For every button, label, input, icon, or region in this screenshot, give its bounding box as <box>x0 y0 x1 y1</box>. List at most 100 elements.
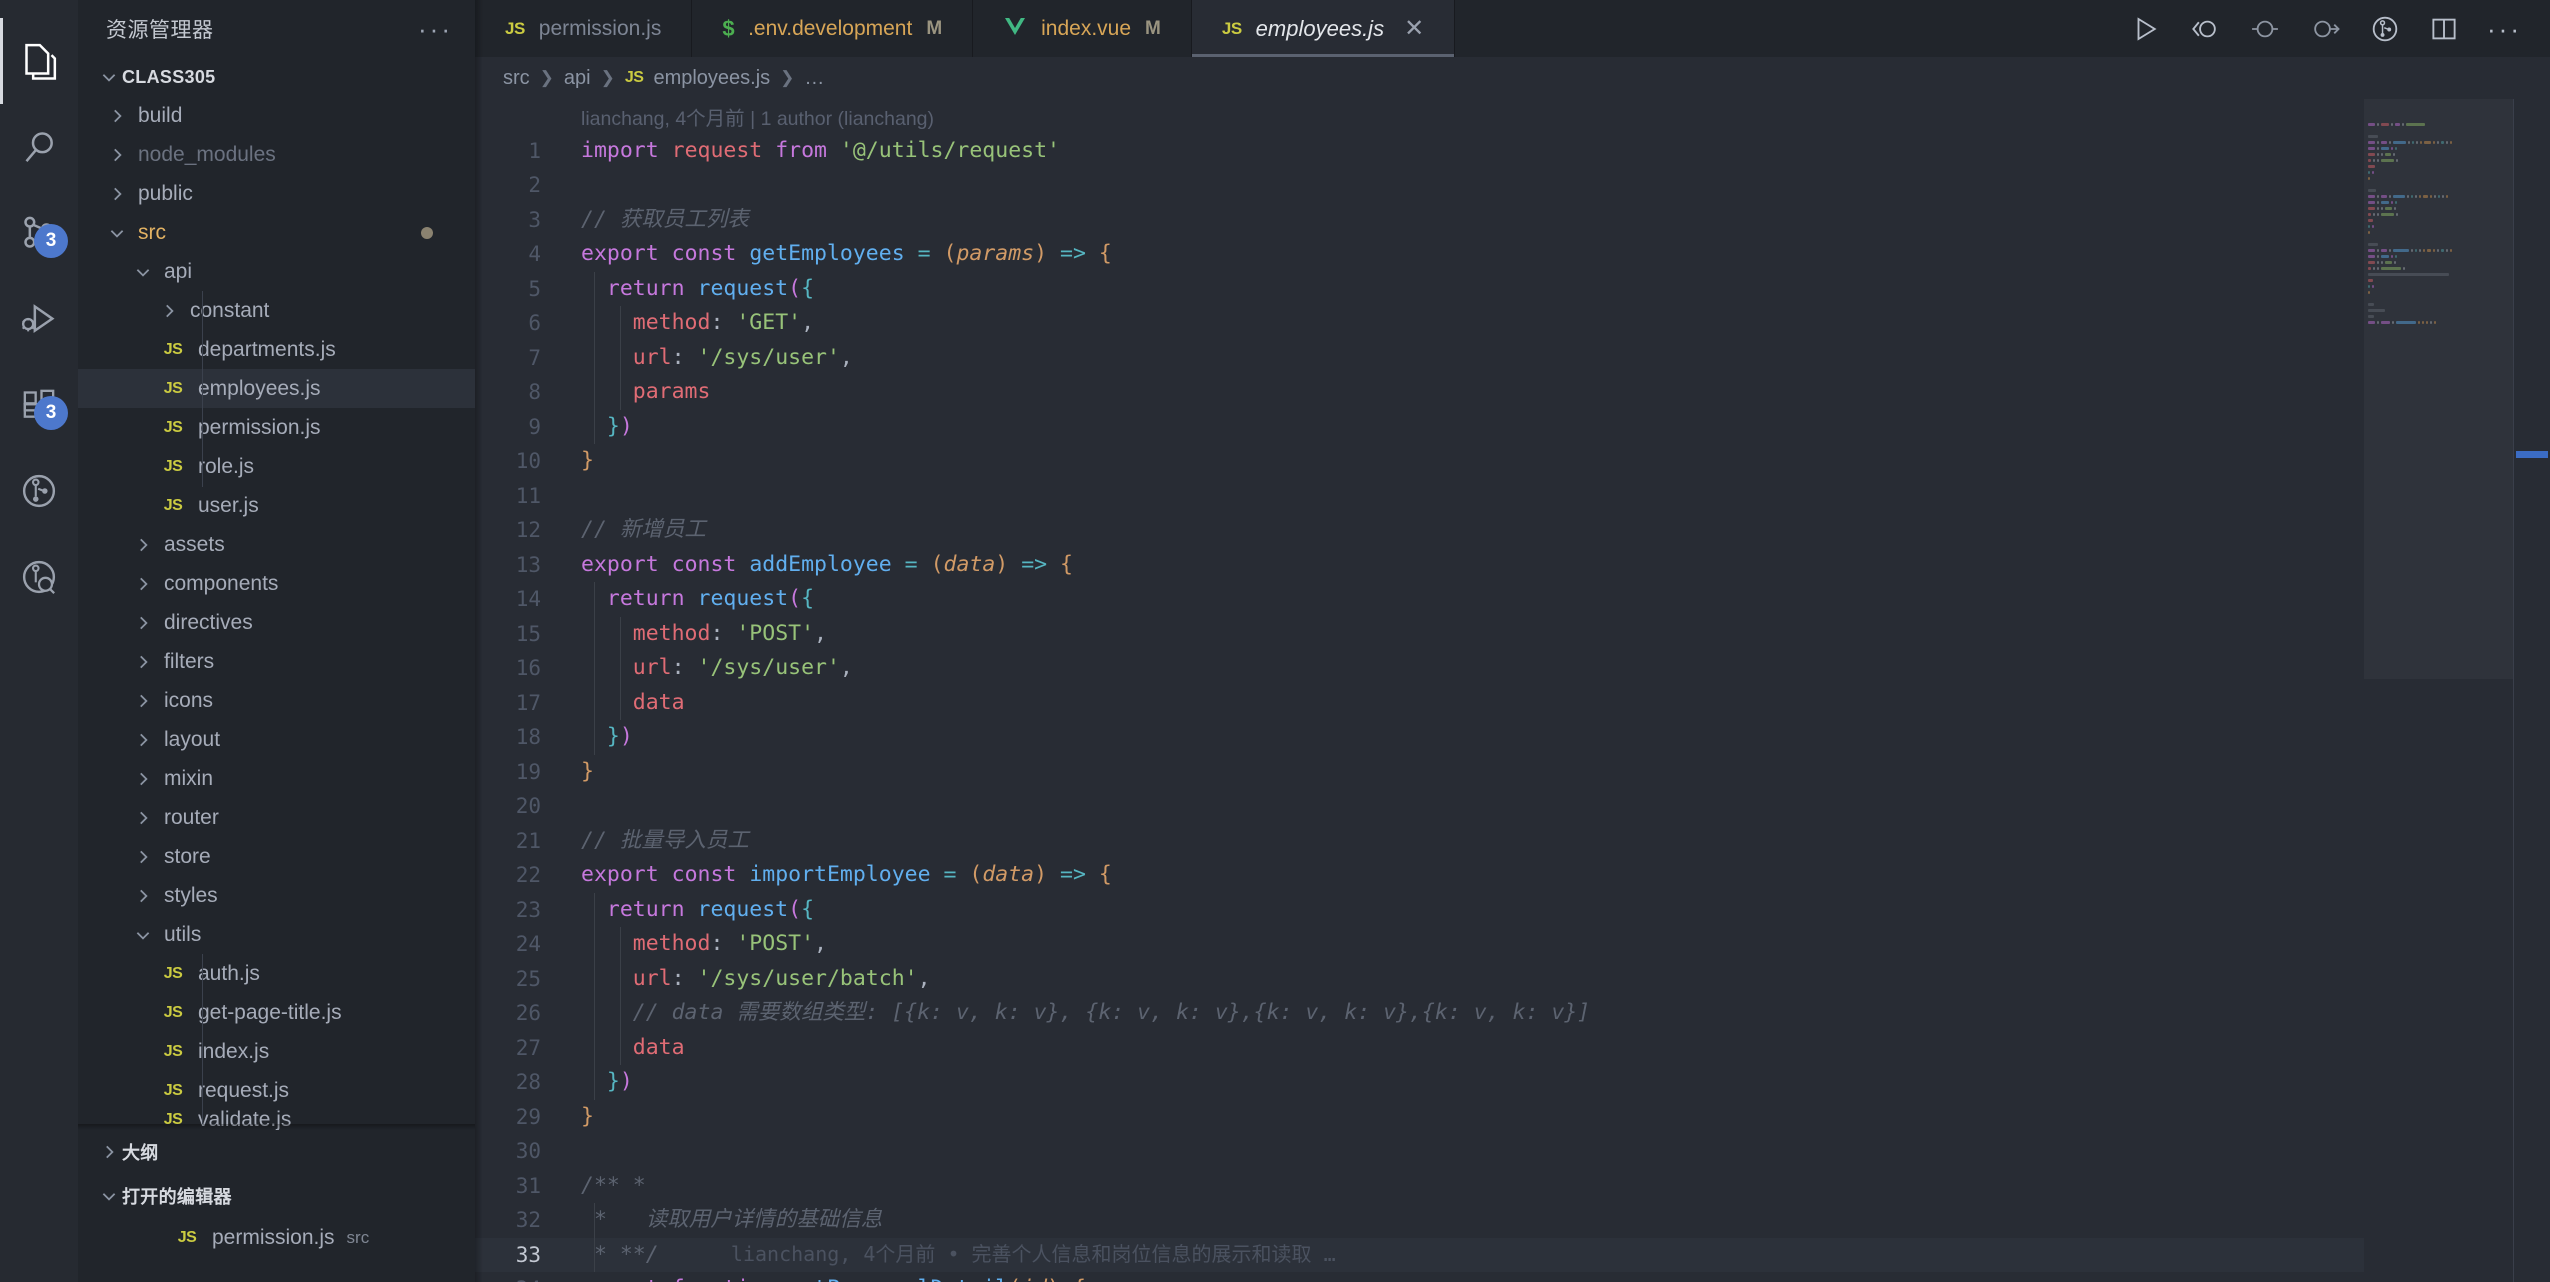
code-line-29[interactable]: 29} <box>475 1100 2550 1135</box>
open-editor-item[interactable]: JS permission.js src <box>78 1218 475 1257</box>
code-line-34[interactable]: 34export function getPersonalDetail(id) … <box>475 1272 2550 1282</box>
overview-ruler[interactable] <box>2513 99 2550 1282</box>
code-line-1[interactable]: 1 import request from '@/utils/request' <box>475 134 2550 169</box>
code-line-32[interactable]: 32 * 读取用户详情的基础信息 <box>475 1203 2550 1238</box>
tree-folder-api[interactable]: api <box>78 252 475 291</box>
code-line-15[interactable]: 15 method: 'POST', <box>475 617 2550 652</box>
open-editors-section-header[interactable]: 打开的编辑器 <box>78 1174 475 1218</box>
tree-folder-router[interactable]: router <box>78 798 475 837</box>
tree-folder-filters[interactable]: filters <box>78 642 475 681</box>
tree-file-auth-js[interactable]: JS auth.js <box>78 954 475 993</box>
minimap[interactable] <box>2364 99 2514 1282</box>
tab-index-vue[interactable]: index.vue M <box>973 0 1192 58</box>
tree-file-departments-js[interactable]: JS departments.js <box>78 330 475 369</box>
code-lines[interactable]: 1 import request from '@/utils/request' 2 3… <box>475 134 2550 1282</box>
code-line-23[interactable]: 23 return request({ <box>475 893 2550 928</box>
go-back-circle-icon[interactable] <box>2189 14 2221 44</box>
tree-folder-node-modules[interactable]: node_modules <box>78 135 475 174</box>
code-line-13[interactable]: 13 export const addEmployee = (data) => { <box>475 548 2550 583</box>
tab-permission-js[interactable]: JS permission.js <box>475 0 693 58</box>
code-line-4[interactable]: 4 export const getEmployees = (params) =>… <box>475 237 2550 272</box>
more-actions-icon[interactable]: ··· <box>2487 16 2522 42</box>
tree-folder-assets[interactable]: assets <box>78 525 475 564</box>
tree-file-permission-js[interactable]: JS permission.js <box>78 408 475 447</box>
code-line-8[interactable]: 8 params <box>475 375 2550 410</box>
activity-run-debug[interactable] <box>0 276 78 362</box>
code-line-9[interactable]: 9 }) <box>475 410 2550 445</box>
sidebar-more-icon[interactable]: ··· <box>418 16 453 42</box>
code-line-21[interactable]: 21 // 批量导入员工 <box>475 824 2550 859</box>
close-icon[interactable]: ✕ <box>1404 16 1424 41</box>
code-line-2[interactable]: 2 <box>475 168 2550 203</box>
tree-folder-components[interactable]: components <box>78 564 475 603</box>
line-content: export function getPersonalDetail(id) { <box>567 1272 1086 1282</box>
tree-folder-public[interactable]: public <box>78 174 475 213</box>
code-line-33[interactable]: 33 * **/ lianchang, 4个月前 • 完善个人信息和岗位信息的展… <box>475 1237 2550 1272</box>
tree-file-user-js[interactable]: JS user.js <box>78 486 475 525</box>
tree-folder-constant[interactable]: constant <box>78 291 475 330</box>
tree-file-index-js[interactable]: JS index.js <box>78 1032 475 1071</box>
file-tree[interactable]: build node_modules public src api constant JS d… <box>78 96 475 1130</box>
activity-gitlens[interactable] <box>0 448 78 534</box>
activity-extensions[interactable]: 3 <box>0 362 78 448</box>
split-editor-icon[interactable] <box>2429 14 2459 44</box>
code-line-16[interactable]: 16 url: '/sys/user', <box>475 651 2550 686</box>
code-editor[interactable]: lianchang, 4个月前 | 1 author (lianchang) 1… <box>475 99 2550 1282</box>
code-line-30[interactable]: 30 <box>475 1134 2550 1169</box>
run-code-icon[interactable] <box>2131 14 2161 44</box>
code-line-19[interactable]: 19} <box>475 755 2550 790</box>
breadcrumb-item[interactable]: src <box>503 67 530 90</box>
code-line-12[interactable]: 12 // 新增员工 <box>475 513 2550 548</box>
code-line-28[interactable]: 28 }) <box>475 1065 2550 1100</box>
tree-file-get-page-title-js[interactable]: JS get-page-title.js <box>78 993 475 1032</box>
line-content: import request from '@/utils/request' <box>581 137 1060 163</box>
circle-icon[interactable] <box>2249 14 2281 44</box>
code-line-24[interactable]: 24 method: 'POST', <box>475 927 2550 962</box>
code-line-25[interactable]: 25 url: '/sys/user/batch', <box>475 962 2550 997</box>
code-line-10[interactable]: 10} <box>475 444 2550 479</box>
code-line-18[interactable]: 18 }) <box>475 720 2550 755</box>
tree-folder-build[interactable]: build <box>78 96 475 135</box>
code-line-3[interactable]: 3 // 获取员工列表 <box>475 203 2550 238</box>
code-line-26[interactable]: 26 // data 需要数组类型: [{k: v, k: v}, {k: v,… <box>475 996 2550 1031</box>
tab-employees-js[interactable]: JS employees.js ✕ <box>1191 0 1456 58</box>
code-line-31[interactable]: 31 /** * <box>475 1169 2550 1204</box>
tree-folder-store[interactable]: store <box>78 837 475 876</box>
breadcrumb-item[interactable]: … <box>804 67 824 90</box>
line-number: 7 <box>528 345 541 370</box>
gitlens-commit-icon[interactable] <box>2369 13 2401 45</box>
tab-env-development[interactable]: $ .env.development M <box>692 0 974 58</box>
circle-arrow-icon[interactable] <box>2309 14 2341 44</box>
tree-file-role-js[interactable]: JS role.js <box>78 447 475 486</box>
breadcrumb-item[interactable]: api <box>564 67 591 90</box>
tree-folder-icons[interactable]: icons <box>78 681 475 720</box>
code-line-27[interactable]: 27 data <box>475 1031 2550 1066</box>
tree-file-validate-js[interactable]: JS validate.js <box>78 1110 475 1130</box>
activity-search[interactable] <box>0 104 78 190</box>
tree-folder-mixin[interactable]: mixin <box>78 759 475 798</box>
code-line-20[interactable]: 20 <box>475 789 2550 824</box>
line-number: 23 <box>515 897 541 922</box>
code-line-14[interactable]: 14 return request({ <box>475 582 2550 617</box>
code-line-6[interactable]: 6 method: 'GET', <box>475 306 2550 341</box>
workspace-root-header[interactable]: CLASS305 <box>78 58 475 96</box>
code-line-22[interactable]: 22 export const importEmployee = (data) =… <box>475 858 2550 893</box>
tree-file-request-js[interactable]: JS request.js <box>78 1071 475 1110</box>
tree-folder-styles[interactable]: styles <box>78 876 475 915</box>
editor-tab-bar[interactable]: JS permission.js $ .env.development Mindex.v… <box>475 0 2550 58</box>
breadcrumb[interactable]: src ❯ api ❯ JS employees.js ❯… <box>475 57 2550 99</box>
code-line-7[interactable]: 7 url: '/sys/user', <box>475 341 2550 376</box>
tree-folder-src[interactable]: src <box>78 213 475 252</box>
code-line-5[interactable]: 5 return request({ <box>475 272 2550 307</box>
tree-folder-utils[interactable]: utils <box>78 915 475 954</box>
tree-folder-directives[interactable]: directives <box>78 603 475 642</box>
activity-explorer[interactable] <box>0 18 78 104</box>
code-line-11[interactable]: 11 <box>475 479 2550 514</box>
activity-source-control[interactable]: 3 <box>0 190 78 276</box>
code-line-17[interactable]: 17 data <box>475 686 2550 721</box>
tree-file-employees-js[interactable]: JS employees.js <box>78 369 475 408</box>
outline-section-header[interactable]: 大纲 <box>78 1130 475 1174</box>
activity-gitlens-inspect[interactable] <box>0 534 78 620</box>
breadcrumb-item[interactable]: JS employees.js <box>625 67 770 90</box>
tree-folder-layout[interactable]: layout <box>78 720 475 759</box>
